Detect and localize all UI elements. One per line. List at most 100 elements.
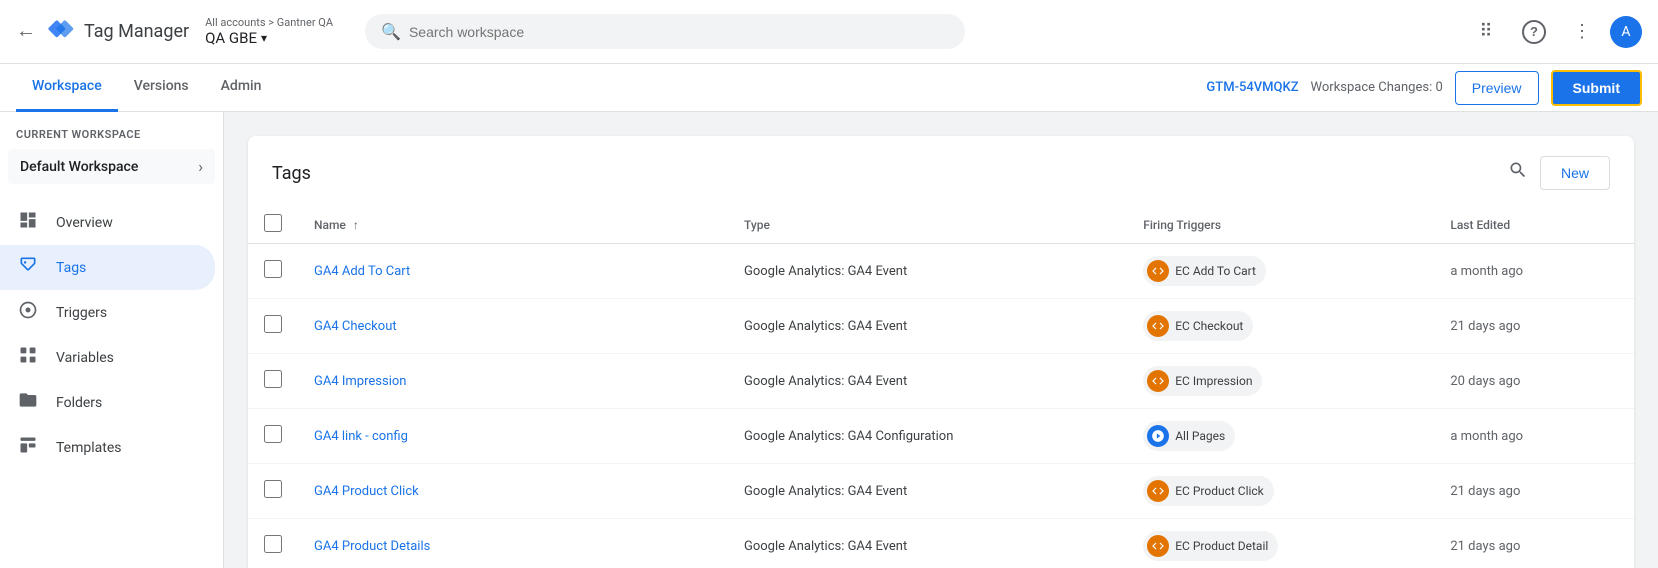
- row-checkbox[interactable]: [264, 315, 282, 333]
- tab-admin[interactable]: Admin: [205, 64, 278, 112]
- trigger-badge[interactable]: All Pages: [1143, 421, 1235, 451]
- row-trigger-cell: EC Product Detail: [1127, 519, 1434, 568]
- magnify-icon: [1508, 160, 1528, 180]
- current-workspace-label: CURRENT WORKSPACE: [0, 128, 223, 141]
- row-checkbox[interactable]: [264, 535, 282, 553]
- submit-button[interactable]: Submit: [1551, 70, 1642, 106]
- tag-name-link[interactable]: GA4 Impression: [314, 374, 406, 389]
- last-edited-text: a month ago: [1450, 264, 1523, 279]
- th-last-edited: Last Edited: [1434, 206, 1634, 244]
- row-type-cell: Google Analytics: GA4 Event: [728, 519, 1127, 568]
- tag-type-text: Google Analytics: GA4 Event: [744, 484, 907, 499]
- trigger-icon: [1147, 315, 1169, 337]
- row-trigger-cell: EC Impression: [1127, 354, 1434, 409]
- tag-name-link[interactable]: GA4 link - config: [314, 429, 408, 444]
- new-tag-button[interactable]: New: [1540, 156, 1610, 190]
- trigger-name: EC Product Click: [1175, 484, 1264, 498]
- row-checkbox[interactable]: [264, 260, 282, 278]
- avatar[interactable]: A: [1610, 16, 1642, 48]
- trigger-icon: [1147, 260, 1169, 282]
- nav-bar: Workspace Versions Admin GTM-54VMQKZ Wor…: [0, 64, 1658, 112]
- sidebar-item-templates[interactable]: Templates: [0, 425, 215, 470]
- tag-name-link[interactable]: GA4 Product Details: [314, 539, 430, 554]
- help-icon-button[interactable]: ?: [1514, 12, 1554, 52]
- workspace-selector-name: Default Workspace: [20, 159, 138, 175]
- tag-type-text: Google Analytics: GA4 Configuration: [744, 429, 953, 444]
- select-all-checkbox[interactable]: [264, 214, 282, 232]
- tags-table: Name ↑ Type Firing Triggers Last Edited: [248, 206, 1634, 568]
- trigger-name: All Pages: [1175, 429, 1225, 443]
- tag-type-text: Google Analytics: GA4 Event: [744, 539, 907, 554]
- row-type-cell: Google Analytics: GA4 Event: [728, 244, 1127, 299]
- sidebar-item-label-variables: Variables: [56, 350, 114, 366]
- trigger-badge[interactable]: EC Add To Cart: [1143, 256, 1266, 286]
- th-name[interactable]: Name ↑: [298, 206, 728, 244]
- account-dropdown-arrow: ▾: [261, 31, 267, 45]
- last-edited-text: a month ago: [1450, 429, 1523, 444]
- last-edited-text: 21 days ago: [1450, 319, 1520, 334]
- trigger-badge[interactable]: EC Checkout: [1143, 311, 1253, 341]
- search-bar: 🔍: [365, 14, 965, 49]
- tab-versions[interactable]: Versions: [118, 64, 205, 112]
- trigger-badge[interactable]: EC Product Detail: [1143, 531, 1278, 561]
- sidebar-item-variables[interactable]: Variables: [0, 335, 215, 380]
- sidebar-item-label-overview: Overview: [56, 215, 113, 231]
- logo: Tag Manager: [44, 16, 189, 48]
- search-input[interactable]: [409, 24, 949, 40]
- sidebar-item-overview[interactable]: Overview: [0, 200, 215, 245]
- sidebar-item-triggers[interactable]: Triggers: [0, 290, 215, 335]
- table-header-row: Name ↑ Type Firing Triggers Last Edited: [248, 206, 1634, 244]
- row-name-cell: GA4 Product Details: [298, 519, 728, 568]
- trigger-badge[interactable]: EC Impression: [1143, 366, 1262, 396]
- workspace-selector[interactable]: Default Workspace ›: [8, 149, 215, 184]
- row-checkbox[interactable]: [264, 425, 282, 443]
- workspace-changes-count: Workspace Changes: 0: [1311, 80, 1443, 95]
- row-type-cell: Google Analytics: GA4 Event: [728, 299, 1127, 354]
- account-name-dropdown[interactable]: QA GBE ▾: [205, 29, 333, 47]
- row-edited-cell: a month ago: [1434, 409, 1634, 464]
- tags-search-button[interactable]: [1508, 160, 1528, 186]
- row-checkbox[interactable]: [264, 370, 282, 388]
- table-row: GA4 Add To Cart Google Analytics: GA4 Ev…: [248, 244, 1634, 299]
- row-trigger-cell: EC Checkout: [1127, 299, 1434, 354]
- row-name-cell: GA4 Product Click: [298, 464, 728, 519]
- row-checkbox[interactable]: [264, 480, 282, 498]
- content-area: Tags New Name ↑: [224, 112, 1658, 568]
- apps-icon-button[interactable]: ⠿: [1466, 12, 1506, 52]
- more-options-button[interactable]: ⋮: [1562, 12, 1602, 52]
- more-vert-icon: ⋮: [1573, 21, 1591, 42]
- row-edited-cell: 21 days ago: [1434, 464, 1634, 519]
- tab-workspace[interactable]: Workspace: [16, 64, 118, 112]
- variables-icon: [16, 345, 40, 370]
- sidebar-item-label-templates: Templates: [56, 440, 122, 456]
- row-checkbox-cell: [248, 519, 298, 568]
- tags-table-body: GA4 Add To Cart Google Analytics: GA4 Ev…: [248, 244, 1634, 568]
- th-firing-triggers: Firing Triggers: [1127, 206, 1434, 244]
- table-row: GA4 Impression Google Analytics: GA4 Eve…: [248, 354, 1634, 409]
- last-edited-text: 21 days ago: [1450, 539, 1520, 554]
- row-type-cell: Google Analytics: GA4 Configuration: [728, 409, 1127, 464]
- nav-tabs: Workspace Versions Admin: [16, 64, 1206, 112]
- trigger-badge[interactable]: EC Product Click: [1143, 476, 1274, 506]
- row-trigger-cell: EC Product Click: [1127, 464, 1434, 519]
- row-name-cell: GA4 Impression: [298, 354, 728, 409]
- sidebar-item-tags[interactable]: Tags: [0, 245, 215, 290]
- table-row: GA4 Product Click Google Analytics: GA4 …: [248, 464, 1634, 519]
- tag-type-text: Google Analytics: GA4 Event: [744, 264, 907, 279]
- row-edited-cell: 21 days ago: [1434, 299, 1634, 354]
- sidebar-item-folders[interactable]: Folders: [0, 380, 215, 425]
- templates-icon: [16, 435, 40, 460]
- th-checkbox: [248, 206, 298, 244]
- preview-button[interactable]: Preview: [1455, 71, 1539, 105]
- tag-name-link[interactable]: GA4 Checkout: [314, 319, 397, 334]
- th-type: Type: [728, 206, 1127, 244]
- account-breadcrumb: All accounts > Gantner QA: [205, 16, 333, 29]
- account-selector[interactable]: All accounts > Gantner QA QA GBE ▾: [205, 16, 333, 47]
- back-button[interactable]: ←: [16, 20, 36, 43]
- row-checkbox-cell: [248, 464, 298, 519]
- trigger-icon: [1147, 535, 1169, 557]
- sort-asc-icon: ↑: [353, 218, 359, 232]
- tag-name-link[interactable]: GA4 Add To Cart: [314, 264, 410, 279]
- row-checkbox-cell: [248, 409, 298, 464]
- tag-name-link[interactable]: GA4 Product Click: [314, 484, 419, 499]
